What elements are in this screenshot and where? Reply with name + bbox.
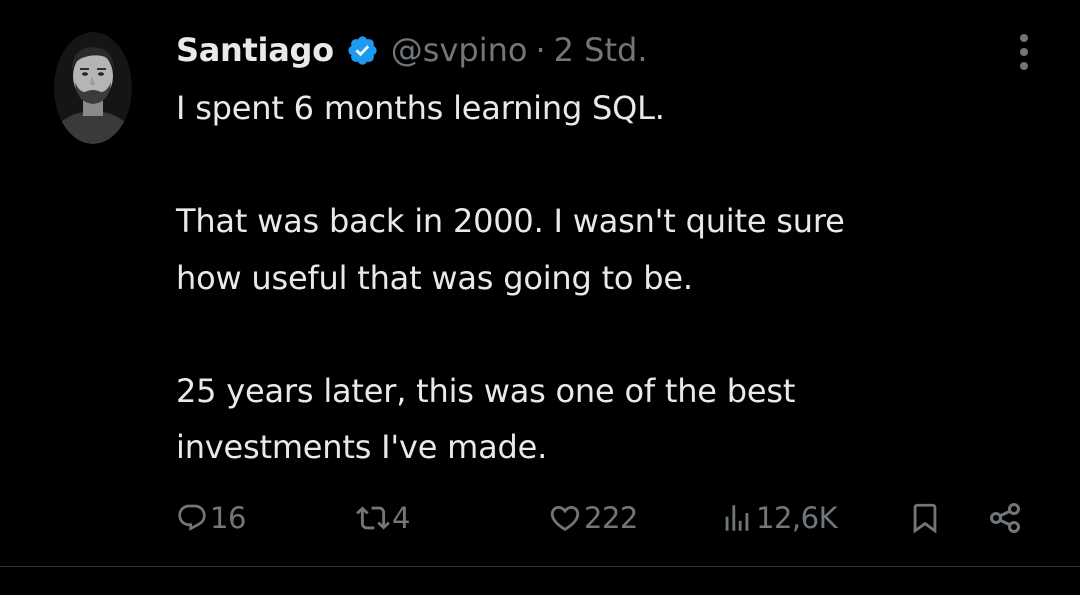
post-paragraph-line: 25 years later, this was one of the best (176, 371, 796, 410)
author-display-name[interactable]: Santiago (176, 31, 334, 69)
post[interactable]: Santiago @svpino · 2 Std. I spent 6 mont… (0, 0, 1080, 566)
views-count: 12,6K (756, 501, 838, 535)
post-header: Santiago @svpino · 2 Std. (176, 26, 648, 74)
reply-count: 16 (210, 501, 246, 535)
header-separator: · (535, 31, 546, 69)
repost-count: 4 (392, 501, 410, 535)
verified-badge-icon[interactable] (346, 34, 379, 67)
avatar[interactable] (54, 32, 132, 144)
post-text: I spent 6 months learning SQL. That was … (176, 80, 1036, 476)
reply-icon (176, 502, 208, 534)
post-paragraph-line: That was back in 2000. I wasn't quite su… (176, 202, 845, 240)
bookmark-button[interactable] (908, 496, 942, 540)
reply-button[interactable]: 16 (176, 496, 246, 540)
post-paragraph: I spent 6 months learning SQL. (176, 89, 665, 127)
post-divider (0, 566, 1080, 567)
share-icon (986, 500, 1024, 536)
more-dot (1020, 62, 1028, 70)
repost-button[interactable]: 4 (356, 496, 410, 540)
views-button[interactable]: 12,6K (720, 496, 838, 540)
share-button[interactable] (986, 496, 1024, 540)
post-paragraph-line: how useful that was going to be. (176, 258, 693, 297)
bookmark-icon (908, 500, 942, 536)
views-icon (720, 501, 754, 535)
more-dot (1020, 34, 1028, 42)
more-icon[interactable] (1010, 34, 1038, 70)
author-handle[interactable]: @svpino (391, 31, 528, 69)
repost-icon (356, 501, 390, 535)
more-dot (1020, 48, 1028, 56)
like-count: 222 (584, 501, 638, 535)
action-bar: 16 4 222 12,6K (0, 496, 1080, 540)
like-button[interactable]: 222 (548, 496, 638, 540)
avatar-photo (54, 32, 132, 144)
post-paragraph-line: investments I've made. (176, 428, 548, 466)
heart-icon (548, 501, 582, 535)
post-timestamp[interactable]: 2 Std. (554, 31, 648, 69)
